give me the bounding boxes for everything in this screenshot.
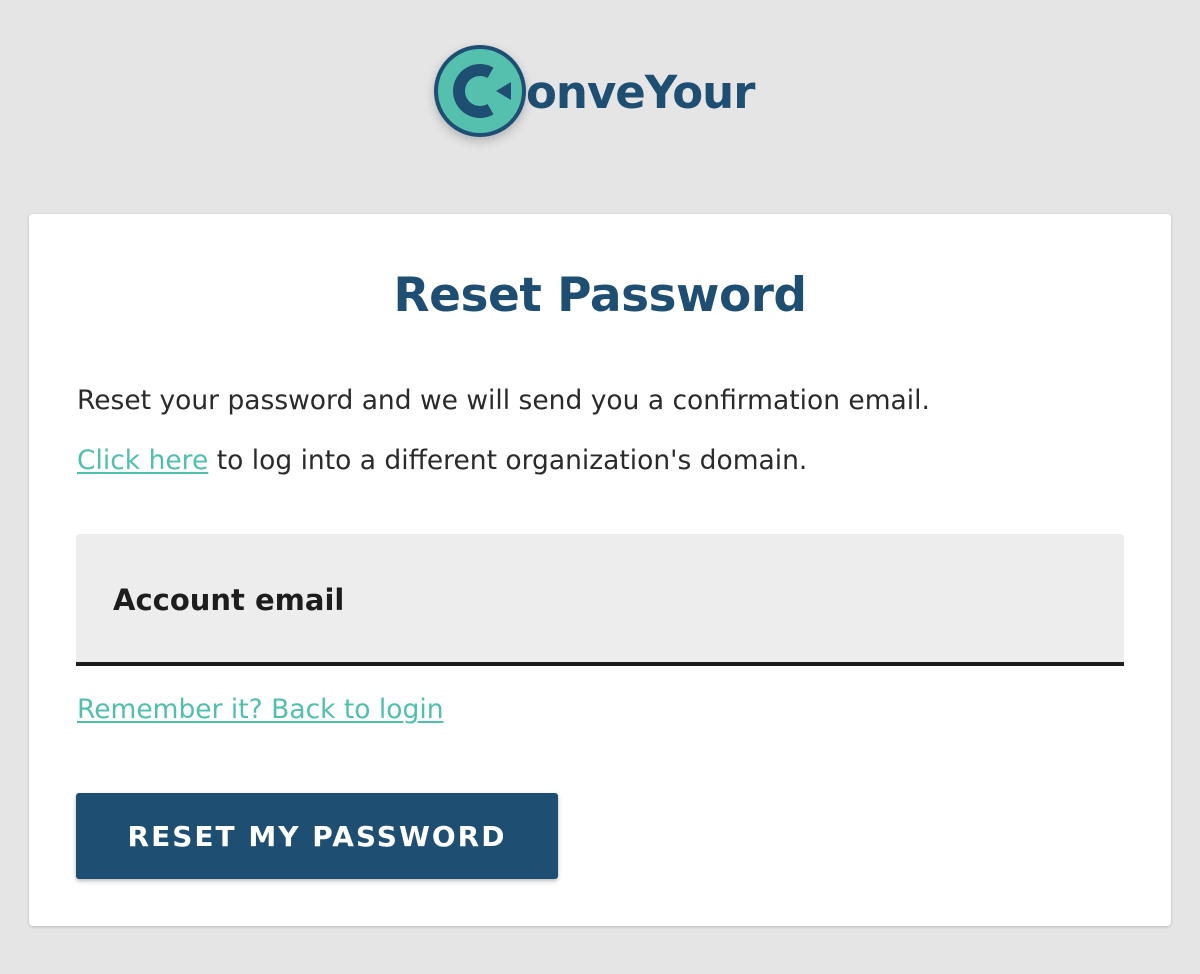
- brand-logo: onveYour: [432, 42, 755, 140]
- org-domain-link[interactable]: Click here: [77, 445, 208, 476]
- back-to-login-text: Remember it? Back to login: [77, 692, 443, 728]
- back-to-login-link[interactable]: Remember it? Back to login: [77, 694, 443, 725]
- description-text: Reset your password and we will send you…: [77, 385, 930, 416]
- org-domain-text: Click here to log into a different organ…: [77, 443, 807, 479]
- reset-password-card: Reset Password Reset your password and w…: [29, 214, 1171, 926]
- reset-password-button[interactable]: RESET MY PASSWORD: [76, 793, 558, 879]
- org-domain-suffix: to log into a different organization's d…: [208, 445, 808, 476]
- account-email-input[interactable]: [76, 534, 1124, 662]
- page-title: Reset Password: [393, 268, 807, 323]
- account-email-field[interactable]: Account email: [76, 534, 1124, 666]
- conveyour-logo-icon: [434, 45, 526, 137]
- brand-wordmark: onveYour: [526, 65, 755, 119]
